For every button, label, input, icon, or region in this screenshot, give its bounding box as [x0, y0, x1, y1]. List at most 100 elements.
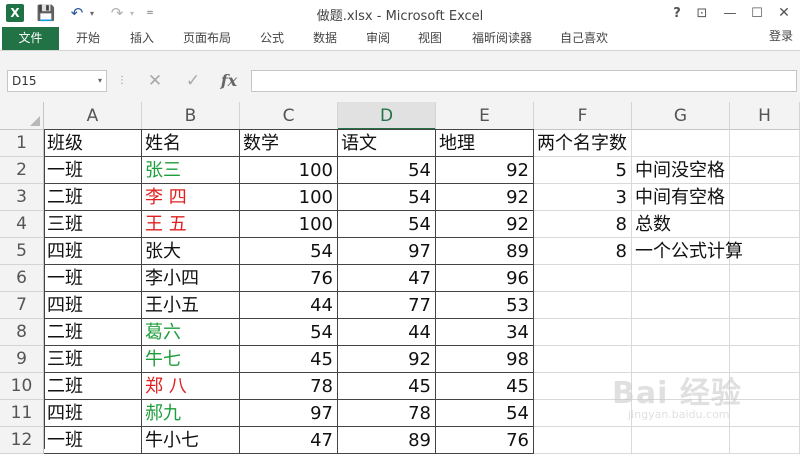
name-box[interactable]: D15 ▾	[7, 70, 107, 92]
row-header-6[interactable]: 6	[0, 265, 44, 292]
cell-c6[interactable]: 76	[240, 265, 338, 292]
cell-g1[interactable]	[632, 130, 730, 157]
cell-g6[interactable]	[632, 265, 730, 292]
cell-h7[interactable]	[730, 292, 800, 319]
row-header-10[interactable]: 10	[0, 373, 44, 400]
row-header-5[interactable]: 5	[0, 238, 44, 265]
cell-f3[interactable]: 3	[534, 184, 632, 211]
cell-b10[interactable]: 郑 八	[142, 373, 240, 400]
cell-h2[interactable]	[730, 157, 800, 184]
cell-e10[interactable]: 45	[436, 373, 534, 400]
cell-g8[interactable]	[632, 319, 730, 346]
cell-b1[interactable]: 姓名	[142, 130, 240, 157]
cell-b7[interactable]: 王小五	[142, 292, 240, 319]
cell-d2[interactable]: 54	[338, 157, 436, 184]
tab-page-layout[interactable]: 页面布局	[175, 27, 239, 50]
row-header-9[interactable]: 9	[0, 346, 44, 373]
cell-d10[interactable]: 45	[338, 373, 436, 400]
cell-h3[interactable]	[730, 184, 800, 211]
cell-e11[interactable]: 54	[436, 400, 534, 427]
formula-input[interactable]	[251, 70, 797, 92]
cell-d4[interactable]: 54	[338, 211, 436, 238]
row-header-7[interactable]: 7	[0, 292, 44, 319]
cell-c3[interactable]: 100	[240, 184, 338, 211]
minimize-button[interactable]: —	[719, 3, 741, 23]
tab-review[interactable]: 审阅	[356, 27, 400, 50]
cell-f2[interactable]: 5	[534, 157, 632, 184]
row-header-1[interactable]: 1	[0, 130, 44, 157]
select-all-corner[interactable]	[0, 102, 44, 130]
tab-favorites[interactable]: 自己喜欢	[552, 27, 616, 50]
cell-a9[interactable]: 三班	[44, 346, 142, 373]
cell-e3[interactable]: 92	[436, 184, 534, 211]
cell-b5[interactable]: 张大	[142, 238, 240, 265]
help-icon[interactable]: ?	[666, 3, 688, 23]
enter-icon[interactable]: ✓	[181, 70, 205, 92]
cell-e9[interactable]: 98	[436, 346, 534, 373]
cell-b8[interactable]: 葛六	[142, 319, 240, 346]
cell-d3[interactable]: 54	[338, 184, 436, 211]
cell-f5[interactable]: 8	[534, 238, 632, 265]
cell-f6[interactable]	[534, 265, 632, 292]
cell-a3[interactable]: 二班	[44, 184, 142, 211]
cell-g2[interactable]: 中间没空格	[632, 157, 730, 184]
cell-e6[interactable]: 96	[436, 265, 534, 292]
cell-g5[interactable]: 一个公式计算	[632, 238, 743, 265]
cell-h5[interactable]	[730, 238, 800, 265]
close-button[interactable]: ✕	[773, 3, 795, 23]
column-header-f[interactable]: F	[534, 102, 632, 130]
cell-d1[interactable]: 语文	[338, 130, 436, 157]
column-header-e[interactable]: E	[436, 102, 534, 130]
cell-a11[interactable]: 四班	[44, 400, 142, 427]
cell-b4[interactable]: 王 五	[142, 211, 240, 238]
cell-f4[interactable]: 8	[534, 211, 632, 238]
tab-home[interactable]: 开始	[66, 27, 110, 50]
cell-h8[interactable]	[730, 319, 800, 346]
sign-in-link[interactable]: 登录	[769, 27, 793, 46]
cell-f8[interactable]	[534, 319, 632, 346]
cell-f7[interactable]	[534, 292, 632, 319]
formula-bar-grip-icon[interactable]: ⋮	[117, 73, 127, 89]
cell-h6[interactable]	[730, 265, 800, 292]
chevron-down-icon[interactable]: ▾	[98, 71, 102, 91]
cell-a8[interactable]: 二班	[44, 319, 142, 346]
cancel-icon[interactable]: ✕	[143, 70, 167, 92]
column-header-b[interactable]: B	[142, 102, 240, 130]
cell-a1[interactable]: 班级	[44, 130, 142, 157]
cell-e2[interactable]: 92	[436, 157, 534, 184]
cell-b6[interactable]: 李小四	[142, 265, 240, 292]
cell-a2[interactable]: 一班	[44, 157, 142, 184]
tab-file[interactable]: 文件	[2, 27, 59, 50]
column-header-c[interactable]: C	[240, 102, 338, 130]
cell-b3[interactable]: 李 四	[142, 184, 240, 211]
cell-e5[interactable]: 89	[436, 238, 534, 265]
row-header-3[interactable]: 3	[0, 184, 44, 211]
cell-a5[interactable]: 四班	[44, 238, 142, 265]
cell-g3[interactable]: 中间有空格	[632, 184, 730, 211]
cell-a4[interactable]: 三班	[44, 211, 142, 238]
cell-e8[interactable]: 34	[436, 319, 534, 346]
cell-g4[interactable]: 总数	[632, 211, 730, 238]
row-header-8[interactable]: 8	[0, 319, 44, 346]
cell-c7[interactable]: 44	[240, 292, 338, 319]
cell-h4[interactable]	[730, 211, 800, 238]
cell-c9[interactable]: 45	[240, 346, 338, 373]
cell-c10[interactable]: 78	[240, 373, 338, 400]
tab-data[interactable]: 数据	[303, 27, 347, 50]
cell-d6[interactable]: 47	[338, 265, 436, 292]
cell-a10[interactable]: 二班	[44, 373, 142, 400]
insert-function-icon[interactable]: fx	[217, 70, 241, 92]
tab-insert[interactable]: 插入	[120, 27, 164, 50]
cell-d9[interactable]: 92	[338, 346, 436, 373]
tab-view[interactable]: 视图	[408, 27, 452, 50]
cell-c4[interactable]: 100	[240, 211, 338, 238]
tab-foxit-reader[interactable]: 福昕阅读器	[462, 27, 542, 50]
ribbon-display-options-icon[interactable]: ⊡	[691, 3, 713, 23]
row-header-4[interactable]: 4	[0, 211, 44, 238]
tab-formulas[interactable]: 公式	[250, 27, 294, 50]
maximize-button[interactable]: ☐	[746, 3, 768, 23]
cell-f1[interactable]: 两个名字数	[534, 130, 632, 157]
cell-d8[interactable]: 44	[338, 319, 436, 346]
cell-b9[interactable]: 牛七	[142, 346, 240, 373]
cell-d7[interactable]: 77	[338, 292, 436, 319]
